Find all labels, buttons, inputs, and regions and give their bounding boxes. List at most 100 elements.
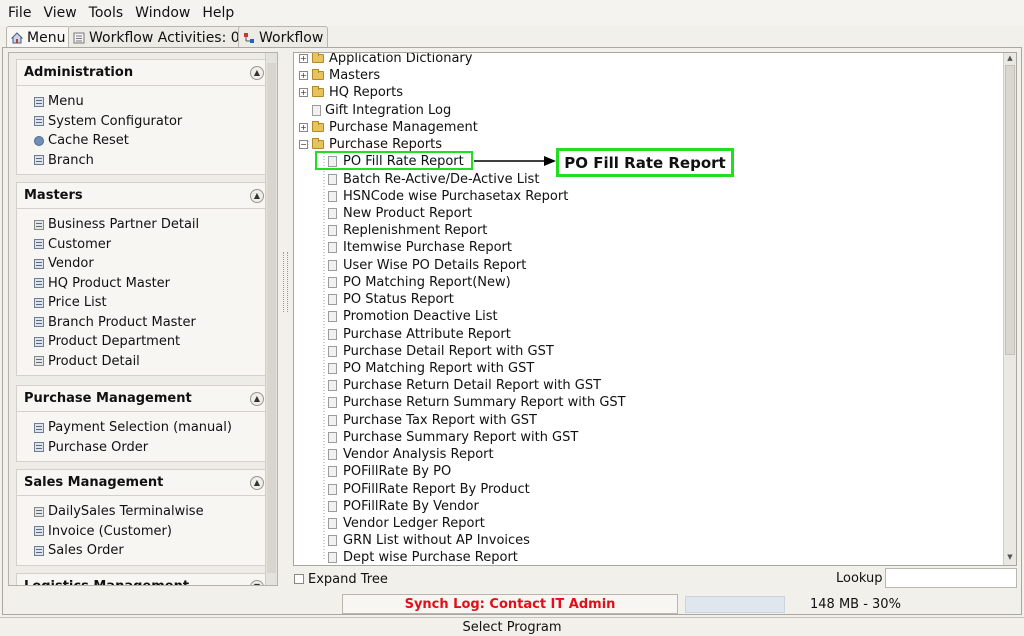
menu-item[interactable]: Customer [34,235,271,255]
tree-scroll-thumb[interactable] [1005,65,1015,355]
menu-item[interactable]: Branch Product Master [34,313,271,333]
tree-item-label: Purchase Tax Report with GST [343,412,537,428]
expand-node-icon[interactable]: + [299,54,308,63]
tree-folder[interactable]: + Masters [299,67,380,84]
tree-item[interactable]: POFillRate By Vendor [328,498,479,515]
tree-item-label: HSNCode wise Purchasetax Report [343,188,569,204]
tree-item[interactable]: User Wise PO Details Report [328,257,526,274]
menu-item[interactable]: Sales Order [34,541,271,561]
menu-item[interactable]: Payment Selection (manual) [34,418,271,438]
tree-item-label: POFillRate By Vendor [343,498,479,514]
section-1: Masters ▲ Business Partner Detail Customer V… [16,182,272,376]
menu-tools[interactable]: Tools [89,5,124,21]
expand-node-icon[interactable]: + [299,71,308,81]
menu-item[interactable]: Menu [34,92,271,112]
tree-item[interactable]: Purchase Return Detail Report with GST [328,377,601,394]
tree-item[interactable]: Purchase Tax Report with GST [328,412,537,429]
report-icon [328,431,337,443]
tree-item[interactable]: New Product Report [328,205,472,222]
panel-splitter[interactable] [281,52,289,586]
collapse-icon[interactable]: ▲ [250,188,264,203]
section-header[interactable]: Masters ▲ [17,183,271,209]
tab-menu[interactable]: Menu [6,26,71,48]
tree-item[interactable]: Itemwise Purchase Report [328,239,512,256]
scroll-down-icon[interactable]: ▼ [1004,553,1016,564]
menu-item-label: Product Detail [48,353,140,369]
tree-item[interactable]: Purchase Return Summary Report with GST [328,394,626,411]
menu-item[interactable]: Invoice (Customer) [34,522,271,542]
tree-item[interactable]: Purchase Attribute Report [328,326,511,343]
menu-item[interactable]: DailySales Terminalwise [34,502,271,522]
menu-item[interactable]: HQ Product Master [34,274,271,294]
section-4: Logistics Management ▼ [16,573,272,585]
menu-view[interactable]: View [43,5,76,21]
section-header[interactable]: Sales Management ▲ [17,470,271,496]
report-icon [328,362,337,374]
menu-item[interactable]: System Configurator [34,112,271,132]
menu-panel-scrollbar[interactable] [265,53,277,585]
menu-item[interactable]: Business Partner Detail [34,215,271,235]
tree-item[interactable]: POFillRate Report By Product [328,481,530,498]
tree-item[interactable]: Purchase Detail Report with GST [328,343,554,360]
tree-item[interactable]: PO Matching Report with GST [328,360,534,377]
checkbox-icon[interactable] [294,574,304,584]
tree-item[interactable]: Gift Integration Log [312,102,451,119]
menu-item-label: Customer [48,236,112,252]
scroll-up-icon[interactable]: ▲ [1004,54,1016,65]
tree-item[interactable]: PO Matching Report(New) [328,274,511,291]
tree-item[interactable]: Vendor Ledger Report [328,515,485,532]
tree-item[interactable]: POFillRate By PO [328,463,451,480]
collapse-node-icon[interactable]: − [299,140,308,150]
expand-node-icon[interactable]: + [299,122,308,132]
menu-item[interactable]: Price List [34,293,271,313]
report-icon [328,242,337,254]
tree-item[interactable]: PO Status Report [328,291,454,308]
menu-item[interactable]: Product Department [34,332,271,352]
tab-workflow-activities[interactable]: Workflow Activities: 0 [68,26,245,48]
gear-icon [34,135,44,146]
menu-item-label: Branch Product Master [48,314,196,330]
tree-scrollbar[interactable]: ▲ ▼ [1003,53,1016,565]
menu-item[interactable]: Branch [34,151,271,171]
menu-help[interactable]: Help [202,5,234,21]
tree-item[interactable]: Promotion Deactive List [328,308,498,325]
menu-item[interactable]: Cache Reset [34,131,271,151]
collapse-icon[interactable]: ▲ [250,391,264,406]
section-header[interactable]: Purchase Management ▲ [17,386,271,412]
expand-node-icon[interactable]: + [299,88,308,98]
lookup-input[interactable] [885,568,1017,588]
tab-workflow-activities-label: Workflow Activities: 0 [89,29,240,46]
tree-item-label: Vendor Ledger Report [343,515,485,531]
tree-folder[interactable]: + HQ Reports [299,84,403,101]
menu-window[interactable]: Window [135,5,190,21]
menu-item[interactable]: Vendor [34,254,271,274]
tab-workflow-label: Workflow [259,29,324,46]
menu-panel-scroll-thumb[interactable] [267,63,276,573]
tree-item[interactable]: Batch Re-Active/De-Active List [328,171,539,188]
menu-file[interactable]: File [8,5,31,21]
menu-item[interactable]: Purchase Order [34,438,271,458]
tree-item[interactable]: Purchase Summary Report with GST [328,429,578,446]
collapse-icon[interactable]: ▲ [250,475,264,490]
section-header[interactable]: Logistics Management ▼ [17,574,271,585]
expand-tree-checkbox[interactable]: Expand Tree [294,571,388,587]
window-icon [34,278,44,289]
tree-folder[interactable]: + Application Dictionary [299,53,472,67]
menu-item[interactable]: Product Detail [34,352,271,372]
tree-item-label: PO Matching Report with GST [343,360,535,376]
tree-item[interactable]: GRN List without AP Invoices [328,532,530,549]
expand-icon[interactable]: ▼ [250,579,264,585]
tree-item[interactable]: Dept wise Purchase Report [328,549,518,565]
folder-icon [312,69,324,81]
tree-item-label: Purchase Detail Report with GST [343,343,554,359]
tree-item[interactable]: Replenishment Report [328,222,487,239]
tree-item[interactable]: HSNCode wise Purchasetax Report [328,188,568,205]
menu-item-label: Payment Selection (manual) [48,420,232,436]
tree-item-label: PO Status Report [343,292,454,308]
tree-item[interactable]: Vendor Analysis Report [328,446,494,463]
tree-folder[interactable]: + Purchase Management [299,119,478,136]
section-header[interactable]: Administration ▲ [17,60,271,86]
tab-workflow[interactable]: Workflow [238,26,329,48]
collapse-icon[interactable]: ▲ [250,65,264,80]
synch-log-button[interactable]: Synch Log: Contact IT Admin [342,594,678,614]
